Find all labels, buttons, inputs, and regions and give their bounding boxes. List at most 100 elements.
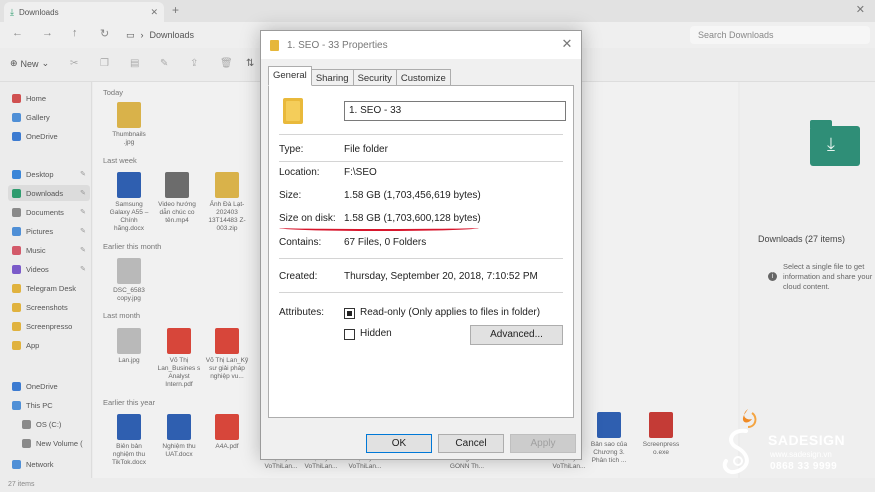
sidebar-item-16[interactable]: New Volume ( bbox=[18, 435, 100, 451]
sidebar-item-9[interactable]: Telegram Desk bbox=[8, 280, 90, 296]
close-icon[interactable]: ✕ bbox=[559, 36, 575, 52]
file-item[interactable]: A4A.pdf bbox=[205, 414, 249, 451]
cut-icon[interactable]: ✂ bbox=[70, 58, 78, 69]
folder-name-input[interactable]: 1. SEO - 33 bbox=[344, 101, 566, 121]
info-icon: i bbox=[768, 272, 777, 281]
group-header[interactable]: Last month bbox=[103, 311, 140, 320]
sidebar-item-label: Gallery bbox=[26, 112, 50, 122]
new-tab-icon[interactable]: + bbox=[172, 3, 179, 17]
back-icon[interactable]: ← bbox=[12, 27, 23, 39]
sidebar-item-label: OS (C:) bbox=[36, 419, 62, 429]
file-name: Võ Thị Lan_Kỹ sư giải pháp nghiệp vu... bbox=[205, 357, 249, 380]
general-tab-panel: 1. SEO - 33 Type: File folder Location: … bbox=[268, 85, 574, 418]
apply-button[interactable]: Apply bbox=[510, 434, 576, 453]
breadcrumb-chevron-icon: › bbox=[140, 30, 144, 40]
close-tab-icon[interactable]: ✕ bbox=[150, 7, 158, 18]
file-item[interactable]: Nghiệm thu UAT.docx bbox=[157, 414, 201, 459]
sidebar-item-8[interactable]: Videos ✎ bbox=[8, 261, 90, 277]
attributes-label: Attributes: bbox=[279, 307, 325, 318]
file-item[interactable]: Screenpress o.exe bbox=[639, 412, 683, 457]
group-header[interactable]: Today bbox=[103, 88, 123, 97]
group-header[interactable]: Earlier this year bbox=[103, 398, 155, 407]
readonly-label[interactable]: Read-only (Only applies to files in fold… bbox=[360, 307, 540, 318]
sidebar-item-6[interactable]: Pictures ✎ bbox=[8, 223, 90, 239]
type-value: File folder bbox=[344, 144, 388, 155]
tab-title: Downloads bbox=[18, 7, 59, 17]
sidebar-item-label: New Volume ( bbox=[36, 438, 83, 448]
folder-icon bbox=[12, 340, 21, 350]
download-icon: ⤓ bbox=[10, 6, 14, 17]
tab-security[interactable]: Security bbox=[352, 69, 397, 86]
sidebar-item-12[interactable]: App bbox=[8, 337, 90, 353]
file-item[interactable]: Ảnh Đà Lạt-202403 13T14483 Z-003.zip bbox=[205, 172, 249, 233]
file-item[interactable]: Biên bản nghiệm thu TikTok.docx bbox=[107, 414, 151, 467]
share-icon[interactable]: ⇪ bbox=[190, 58, 198, 69]
tab-general[interactable]: General bbox=[268, 66, 312, 86]
location-value: F:\SEO bbox=[344, 167, 377, 178]
address-bar[interactable]: ▭ › Downloads bbox=[126, 26, 256, 44]
tab-downloads[interactable]: ⤓ Downloads ✕ bbox=[4, 2, 164, 22]
downloads-folder-icon: ⤓ bbox=[810, 120, 860, 166]
hidden-checkbox[interactable] bbox=[344, 329, 355, 340]
location-label: Location: bbox=[279, 167, 320, 178]
file-item[interactable]: Bản sao của Chương 3. Phân tích ... bbox=[587, 412, 631, 465]
sidebar-item-13[interactable]: OneDrive bbox=[8, 378, 90, 394]
paste-icon[interactable]: ▤ bbox=[130, 58, 139, 69]
dialog-titlebar: 1. SEO - 33 Properties bbox=[261, 31, 581, 59]
details-hint: Select a single file to get information … bbox=[783, 262, 873, 291]
sidebar-item-label: Screenpresso bbox=[26, 321, 73, 331]
sidebar-item-10[interactable]: Screenshots bbox=[8, 299, 90, 315]
tab-customize[interactable]: Customize bbox=[395, 69, 451, 86]
sidebar-item-5[interactable]: Documents ✎ bbox=[8, 204, 90, 220]
file-item[interactable]: Võ Thị Lan_Kỹ sư giải pháp nghiệp vu... bbox=[205, 328, 249, 381]
sidebar-item-11[interactable]: Screenpresso bbox=[8, 318, 90, 334]
brand-name: SADESIGN bbox=[768, 432, 846, 448]
group-header[interactable]: Earlier this month bbox=[103, 242, 161, 251]
forward-icon[interactable]: → bbox=[42, 27, 53, 39]
up-icon[interactable]: ↑ bbox=[72, 27, 78, 39]
file-item[interactable]: DSC_6583 copy.jpg bbox=[107, 258, 151, 303]
file-name: Võ Thị Lan_Busines s Analyst Intern.pdf bbox=[157, 357, 201, 388]
file-name: Biên bản nghiệm thu TikTok.docx bbox=[111, 443, 147, 466]
sadesign-logo-icon bbox=[722, 409, 757, 474]
hidden-label[interactable]: Hidden bbox=[360, 328, 392, 339]
breadcrumb-downloads[interactable]: Downloads bbox=[150, 30, 195, 40]
cancel-button[interactable]: Cancel bbox=[438, 434, 504, 453]
sidebar-item-15[interactable]: OS (C:) bbox=[18, 416, 100, 432]
folder-icon bbox=[270, 39, 279, 51]
file-thumbnail-icon bbox=[215, 414, 239, 440]
search-input[interactable]: Search Downloads bbox=[690, 26, 870, 44]
file-item[interactable]: Samsung Galaxy A55 – Chính hãng.docx bbox=[107, 172, 151, 233]
advanced-button[interactable]: Advanced... bbox=[470, 325, 563, 345]
file-item[interactable]: Video hướng dẫn chúc co tên.mp4 bbox=[155, 172, 199, 225]
sidebar-item-14[interactable]: This PC bbox=[8, 397, 90, 413]
delete-icon[interactable]: 🗑 bbox=[220, 58, 233, 69]
group-header[interactable]: Last week bbox=[103, 156, 137, 165]
new-button[interactable]: ⊕ New ⌄ bbox=[10, 58, 49, 69]
tab-sharing[interactable]: Sharing bbox=[310, 69, 354, 86]
sidebar-item-2[interactable]: OneDrive bbox=[8, 128, 90, 144]
refresh-icon[interactable]: ↻ bbox=[100, 27, 109, 40]
close-window-icon[interactable]: ✕ bbox=[856, 3, 865, 16]
file-thumbnail-icon bbox=[117, 172, 141, 198]
file-name: Screenpress o.exe bbox=[642, 441, 680, 456]
sidebar-item-3[interactable]: Desktop ✎ bbox=[8, 166, 90, 182]
copy-icon[interactable]: ❐ bbox=[100, 58, 109, 69]
sidebar-item-7[interactable]: Music ✎ bbox=[8, 242, 90, 258]
file-item[interactable]: Lan.jpg bbox=[107, 328, 151, 365]
file-item[interactable]: Thumbnails .jpg bbox=[107, 102, 151, 147]
sidebar-item-4[interactable]: Downloads ✎ bbox=[8, 185, 90, 201]
readonly-checkbox[interactable] bbox=[344, 308, 355, 319]
sidebar-item-0[interactable]: Home bbox=[8, 90, 90, 106]
sort-icon[interactable]: ⇅ bbox=[246, 58, 254, 69]
sidebar-item-17[interactable]: Network bbox=[8, 456, 90, 472]
sidebar-item-1[interactable]: Gallery bbox=[8, 109, 90, 125]
folder-icon bbox=[12, 93, 21, 103]
file-name: Lan.jpg bbox=[118, 357, 140, 364]
large-folder-icon bbox=[283, 98, 303, 124]
ok-button[interactable]: OK bbox=[366, 434, 432, 453]
rename-icon[interactable]: ✎ bbox=[160, 58, 168, 69]
file-item[interactable]: Võ Thị Lan_Busines s Analyst Intern.pdf bbox=[157, 328, 201, 389]
file-name: Samsung Galaxy A55 – Chính hãng.docx bbox=[109, 201, 149, 232]
file-name: Bản sao của Chương 3. Phân tích ... bbox=[590, 441, 628, 464]
